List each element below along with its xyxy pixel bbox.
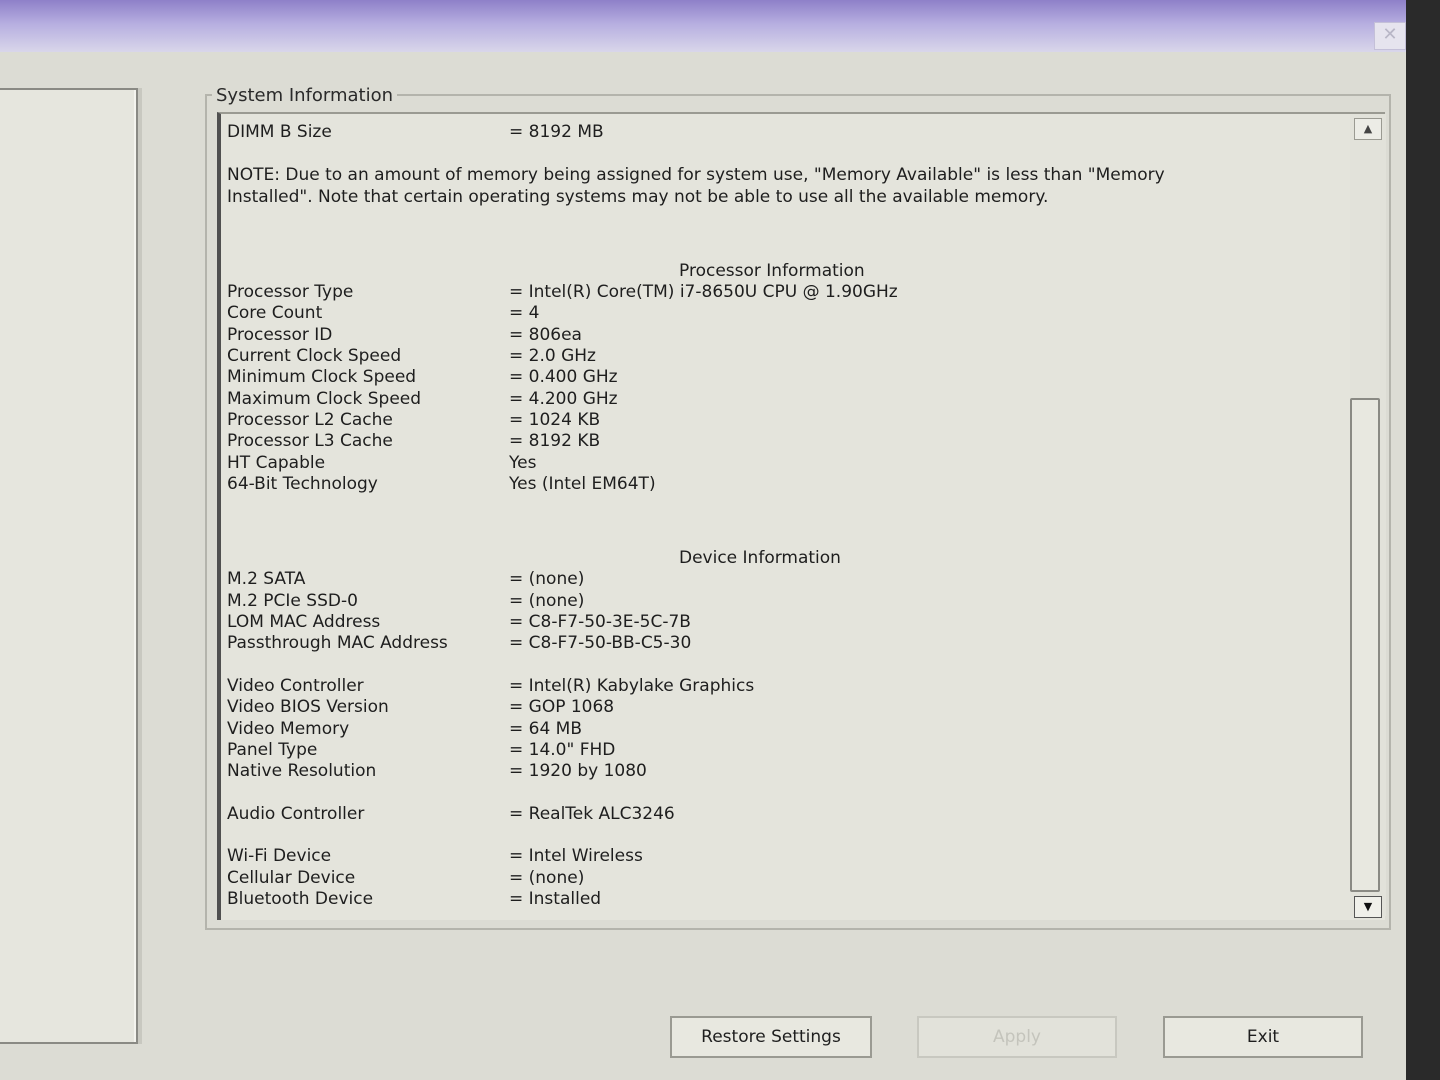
- row-value: = 1920 by 1080: [509, 761, 647, 782]
- row-value: = Intel(R) Kabylake Graphics: [509, 675, 755, 696]
- row-value: = C8-F7-50-BB-C5-30: [509, 633, 692, 654]
- row-value: = Intel(R) Core(TM) i7-8650U CPU @ 1.90G…: [509, 282, 898, 303]
- row-value: = RealTek ALC3246: [509, 803, 675, 824]
- info-row: Minimum Clock Speed = 0.400 GHz: [227, 367, 1347, 388]
- info-row: Passthrough MAC Address = C8-F7-50-BB-C5-…: [227, 633, 1347, 654]
- row-label: Minimum Clock Speed: [227, 367, 417, 388]
- row-label: DIMM B Size: [227, 122, 332, 142]
- row-value: = 0.400 GHz: [509, 367, 618, 388]
- device-video-rows: Video Controller = Intel(R) Kabylake Grap…: [227, 676, 1347, 782]
- row-value: = C8-F7-50-3E-5C-7B: [509, 612, 691, 633]
- row-value: = 8192 KB: [509, 431, 601, 452]
- row-label: LOM MAC Address: [227, 612, 381, 633]
- title-bar: ✕: [0, 0, 1440, 52]
- info-row: Maximum Clock Speed = 4.200 GHz: [227, 389, 1347, 410]
- row-value: Yes: [509, 452, 537, 473]
- vertical-scrollbar[interactable]: ▲ ▼: [1350, 114, 1386, 918]
- close-icon: ✕: [1382, 24, 1398, 45]
- row-label: Video Controller: [227, 675, 364, 696]
- row-value: = 2.0 GHz: [509, 346, 596, 367]
- row-label: Maximum Clock Speed: [227, 388, 422, 409]
- row-value: = 4.200 GHz: [509, 388, 618, 409]
- info-row: Current Clock Speed = 2.0 GHz: [227, 346, 1347, 367]
- info-row: Native Resolution = 1920 by 1080: [227, 761, 1347, 782]
- info-row: LOM MAC Address = C8-F7-50-3E-5C-7B: [227, 612, 1347, 633]
- info-row: M.2 SATA = (none): [227, 569, 1347, 590]
- info-row: Processor Type = Intel(R) Core(TM) i7-865…: [227, 282, 1347, 303]
- info-row: HT Capable Yes: [227, 453, 1347, 474]
- close-button[interactable]: ✕: [1374, 22, 1406, 50]
- row-label: Wi-Fi Device: [227, 846, 332, 867]
- row-label: Processor L2 Cache: [227, 409, 393, 430]
- row-label: Core Count: [227, 303, 323, 324]
- info-row: Wi-Fi Device = Intel Wireless: [227, 846, 1347, 867]
- processor-section-title: Processor Information: [679, 260, 865, 281]
- info-row: Cellular Device = (none): [227, 868, 1347, 889]
- row-label: Cellular Device: [227, 867, 356, 888]
- row-value: = 8192 MB: [509, 122, 604, 142]
- device-storage-rows: M.2 SATA = (none) M.2 PCIe SSD-0 = (none) …: [227, 569, 1347, 654]
- triangle-down-icon: ▼: [1363, 900, 1373, 913]
- row-label: Processor Type: [227, 282, 354, 303]
- row-value: = 64 MB: [509, 718, 583, 739]
- info-row: Video BIOS Version = GOP 1068: [227, 697, 1347, 718]
- row-label: M.2 PCIe SSD-0: [227, 590, 358, 611]
- screen-bezel: [1406, 0, 1440, 1080]
- row-label: Video Memory: [227, 718, 350, 739]
- row-label: Processor ID: [227, 324, 333, 345]
- processor-rows: Processor Type = Intel(R) Core(TM) i7-865…: [227, 282, 1347, 495]
- scroll-thumb[interactable]: [1350, 398, 1380, 892]
- row-label: Current Clock Speed: [227, 346, 402, 367]
- row-label: HT Capable: [227, 452, 326, 473]
- row-value: = GOP 1068: [509, 697, 615, 718]
- row-value: = 806ea: [509, 324, 582, 345]
- row-value: = (none): [509, 569, 585, 590]
- row-label: Panel Type: [227, 739, 318, 760]
- row-label: Bluetooth Device: [227, 888, 374, 909]
- row-label: Audio Controller: [227, 803, 365, 824]
- row-label: M.2 SATA: [227, 569, 306, 590]
- row-label: Video BIOS Version: [227, 697, 389, 718]
- info-row: 64-Bit Technology Yes (Intel EM64T): [227, 474, 1347, 495]
- info-row: Processor L3 Cache = 8192 KB: [227, 431, 1347, 452]
- device-audio-rows: Audio Controller = RealTek ALC3246: [227, 804, 1347, 825]
- row-value: = 14.0" FHD: [509, 739, 616, 760]
- row-label: Processor L3 Cache: [227, 431, 393, 452]
- info-row: Processor ID = 806ea: [227, 325, 1347, 346]
- triangle-up-icon: ▲: [1363, 122, 1373, 135]
- navigation-panel[interactable]: [0, 88, 138, 1044]
- restore-settings-button[interactable]: Restore Settings: [670, 1016, 872, 1058]
- row-value: = (none): [509, 867, 585, 888]
- info-pane: DIMM B Size = 8192 MB NOTE: Due to an am…: [217, 112, 1385, 920]
- info-row: Panel Type = 14.0" FHD: [227, 740, 1347, 761]
- row-label: 64-Bit Technology: [227, 473, 378, 494]
- scroll-up-button[interactable]: ▲: [1354, 118, 1382, 140]
- row-value: = Intel Wireless: [509, 846, 643, 867]
- memory-note: NOTE: Due to an amount of memory being a…: [227, 165, 1165, 207]
- device-wireless-rows: Wi-Fi Device = Intel Wireless Cellular De…: [227, 846, 1347, 910]
- device-section-title: Device Information: [679, 548, 841, 569]
- info-row: Audio Controller = RealTek ALC3246: [227, 804, 1347, 825]
- row-label: Native Resolution: [227, 761, 377, 782]
- row-value: = (none): [509, 590, 585, 611]
- row-label: Passthrough MAC Address: [227, 633, 448, 654]
- info-row: Bluetooth Device = Installed: [227, 889, 1347, 910]
- row-value: = 1024 KB: [509, 409, 601, 430]
- group-title: System Information: [212, 84, 398, 108]
- row-value: Yes (Intel EM64T): [509, 473, 656, 494]
- info-row: Core Count = 4: [227, 303, 1347, 324]
- info-row: Processor L2 Cache = 1024 KB: [227, 410, 1347, 431]
- info-row: M.2 PCIe SSD-0 = (none): [227, 591, 1347, 612]
- scroll-down-button[interactable]: ▼: [1354, 896, 1382, 918]
- info-row: Video Memory = 64 MB: [227, 719, 1347, 740]
- row-value: = Installed: [509, 888, 602, 909]
- row-value: = 4: [509, 303, 540, 324]
- exit-button[interactable]: Exit: [1163, 1016, 1363, 1058]
- info-content: DIMM B Size = 8192 MB NOTE: Due to an am…: [227, 122, 1347, 910]
- info-row-dimm-b-size: DIMM B Size = 8192 MB: [227, 122, 1347, 143]
- apply-button[interactable]: Apply: [917, 1016, 1117, 1058]
- info-row: Video Controller = Intel(R) Kabylake Grap…: [227, 676, 1347, 697]
